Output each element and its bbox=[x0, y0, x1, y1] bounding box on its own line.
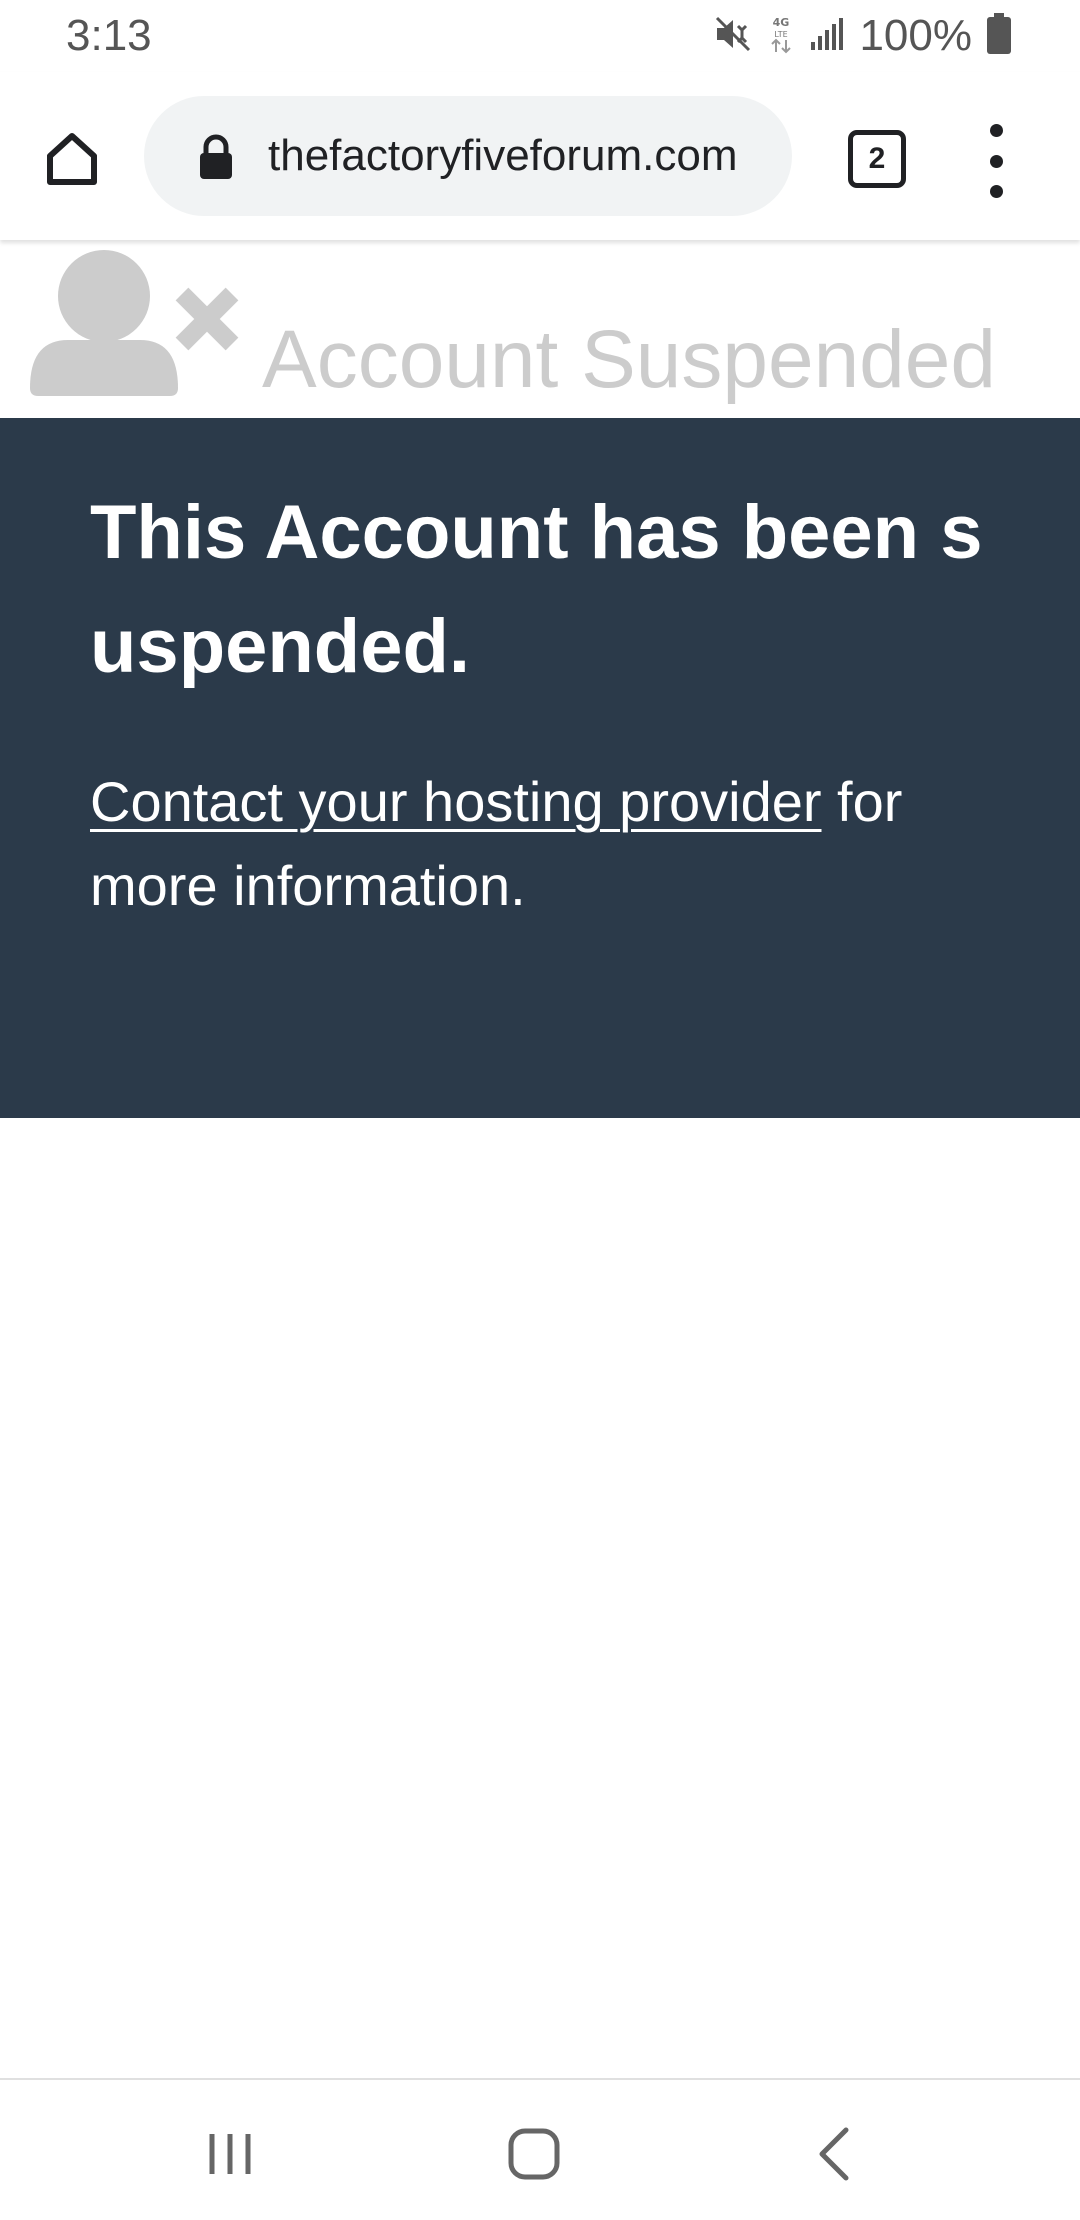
back-icon bbox=[806, 2124, 866, 2189]
more-menu-button[interactable] bbox=[966, 124, 1026, 198]
contact-provider-link[interactable]: Contact your hosting provider bbox=[90, 770, 822, 833]
page-header: Account Suspended bbox=[0, 240, 1080, 418]
back-button[interactable] bbox=[786, 2106, 886, 2206]
user-x-icon bbox=[28, 240, 248, 400]
lte-4g-icon: 4G LTE bbox=[767, 14, 795, 59]
home-icon bbox=[42, 128, 102, 193]
recent-apps-button[interactable] bbox=[180, 2106, 280, 2206]
url-text: thefactoryfiveforum.com bbox=[268, 131, 738, 180]
svg-text:4G: 4G bbox=[773, 16, 790, 29]
home-nav-button[interactable] bbox=[484, 2106, 584, 2206]
phone-screen: 3:13 4G LTE 100% thefactoryfiveforum.com… bbox=[0, 0, 1080, 2220]
mute-icon bbox=[713, 14, 753, 59]
browser-toolbar: thefactoryfiveforum.com 2 bbox=[0, 72, 1080, 240]
more-menu-icon bbox=[989, 124, 1003, 137]
status-time: 3:13 bbox=[66, 11, 152, 60]
battery-icon bbox=[986, 12, 1012, 60]
home-button[interactable] bbox=[30, 118, 114, 202]
recent-apps-icon bbox=[200, 2124, 260, 2189]
status-icons: 4G LTE 100% bbox=[713, 10, 1012, 62]
battery-percent: 100% bbox=[859, 11, 972, 60]
lock-icon bbox=[196, 134, 236, 180]
suspension-banner: This Account has been suspended. Contact… bbox=[0, 418, 1080, 1118]
home-nav-icon bbox=[504, 2124, 564, 2189]
suspension-heading: This Account has been suspended. bbox=[90, 490, 983, 689]
tab-count: 2 bbox=[868, 142, 886, 175]
svg-text:LTE: LTE bbox=[775, 30, 788, 39]
system-nav-bar bbox=[0, 2078, 1080, 2220]
signal-icon bbox=[809, 14, 845, 59]
suspension-message: Contact your hosting provider for more i… bbox=[90, 760, 1020, 928]
status-bar: 3:13 4G LTE 100% bbox=[0, 0, 1080, 72]
tab-switcher-button[interactable]: 2 bbox=[842, 124, 912, 194]
url-bar[interactable]: thefactoryfiveforum.com bbox=[144, 96, 792, 216]
tab-switcher-icon: 2 bbox=[848, 130, 906, 188]
page-header-title: Account Suspended bbox=[262, 314, 996, 405]
